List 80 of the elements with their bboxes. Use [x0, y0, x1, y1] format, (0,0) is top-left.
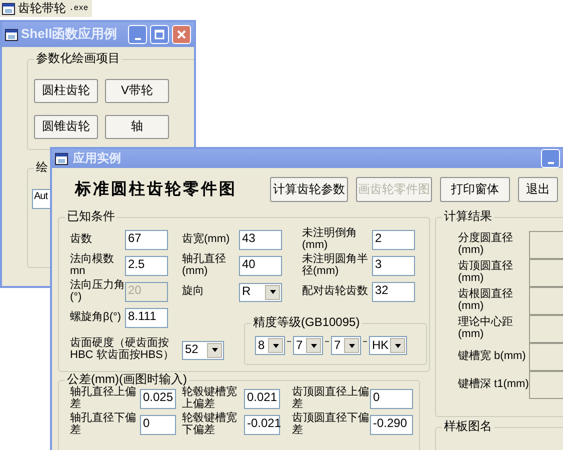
dropdown[interactable]: R [239, 282, 282, 302]
dropdown[interactable]: HK [369, 336, 407, 355]
field-label: 轮毂键槽宽下偏差 [182, 413, 238, 437]
field-label: 螺旋角β(°) [70, 312, 122, 324]
window-title: Shell函数应用例 [21, 27, 118, 42]
action-button[interactable]: 计算齿轮参数 [270, 177, 348, 202]
minimize-icon [134, 38, 140, 40]
maximize-button[interactable] [150, 25, 169, 44]
field-label: 旋向 [182, 286, 205, 298]
field-label: 齿顶圆直径(mm) [458, 261, 514, 285]
dropdown-arrow-icon [212, 348, 218, 352]
gear-option-button[interactable]: V带轮 [105, 79, 169, 103]
group-title: 已知条件 [65, 210, 117, 224]
window-title: 应用实例 [73, 152, 122, 166]
text-field[interactable]: 3 [372, 256, 415, 276]
field-label: 齿面硬度（硬齿面按HBC 软齿面按HBS） [70, 338, 175, 362]
close-button[interactable] [172, 25, 191, 44]
gear-option-button[interactable]: 圆柱齿轮 [34, 79, 98, 103]
field-label: 键槽宽 b(mm) [458, 351, 527, 363]
field-label: 齿根圆直径(mm) [458, 289, 514, 313]
field-label: 齿数 [70, 234, 93, 246]
group-title: 参数化绘画项目 [34, 52, 122, 66]
field-label: 轴孔直径上偏差 [70, 387, 137, 411]
window-icon [55, 152, 68, 164]
text-field[interactable]: -0.290 [370, 415, 413, 435]
field-label: 法向模数 mn [70, 254, 115, 278]
text-field[interactable]: 2 [372, 230, 415, 250]
program-name: 齿轮带轮 [18, 2, 66, 16]
dropdown-arrow-icon [272, 344, 278, 348]
text-field[interactable]: 43 [239, 230, 282, 250]
group-title: 样板图名 [442, 420, 494, 434]
text-field[interactable]: 0.025 [140, 389, 176, 409]
field-label: 分度圆直径(mm) [458, 233, 514, 257]
action-button[interactable]: 退出 [518, 177, 558, 202]
text-field[interactable]: 40 [239, 256, 282, 276]
form-heading: 标准圆柱齿轮零件图 [75, 180, 238, 198]
group-title: 绘 [34, 161, 50, 174]
dropdown-arrow-icon [348, 344, 354, 348]
field-label: 齿宽(mm) [182, 234, 231, 246]
dropdown[interactable]: 8 [255, 336, 285, 355]
dropdown[interactable]: 7 [293, 336, 323, 355]
text-field[interactable]: 67 [125, 230, 168, 250]
field-label: 键槽深 t1(mm) [458, 379, 529, 391]
dropdown-arrow-icon [394, 344, 400, 348]
window-icon [2, 3, 15, 15]
text-field[interactable]: Aut [32, 189, 52, 209]
group-title: 公差(mm)(画图时输入) [65, 373, 189, 386]
field-label: 轴孔直径下偏差 [70, 413, 137, 437]
maximize-icon [154, 29, 165, 40]
action-button[interactable]: 打印窗体 [440, 177, 510, 202]
file-extension: .exe [69, 4, 88, 14]
minimize-button[interactable] [128, 25, 147, 44]
window-icon [5, 28, 18, 40]
field-label: 未注明圆角半径(mm) [302, 254, 369, 278]
gear-option-button[interactable]: 轴 [105, 115, 169, 139]
group-title: 计算结果 [442, 210, 494, 224]
group-title: 精度等级(GB10095) [251, 316, 362, 330]
dropdown[interactable]: 7 [331, 336, 361, 355]
dropdown[interactable]: 52 [182, 340, 224, 360]
dropdown-arrow-icon [310, 344, 316, 348]
field-label: 齿顶圆直径上偏差 [292, 387, 370, 411]
minimize-button[interactable] [541, 149, 560, 168]
minimize-icon [548, 162, 554, 164]
field-label: 未注明倒角(mm) [302, 228, 358, 252]
text-field[interactable]: 8.111 [125, 308, 168, 328]
text-field[interactable]: 0 [370, 389, 413, 409]
field-label: 理论中心距(mm) [458, 317, 514, 341]
text-field[interactable]: -0.021 [244, 415, 280, 435]
field-label: 轮毂键槽宽上偏差 [182, 387, 238, 411]
text-field[interactable]: 0 [140, 415, 176, 435]
text-field[interactable]: 32 [372, 282, 415, 302]
text-field[interactable]: 2.5 [125, 256, 168, 276]
text-field[interactable]: 0.021 [244, 389, 280, 409]
field-label: 配对齿轮齿数 [302, 286, 369, 298]
field-label: 法向压力角(°) [70, 280, 125, 304]
field-label: 轴孔直径(mm) [182, 254, 227, 278]
field-label: 齿顶圆直径下偏差 [292, 413, 370, 437]
gear-option-button[interactable]: 圆锥齿轮 [34, 115, 98, 139]
close-icon [176, 29, 187, 40]
dropdown-arrow-icon [270, 290, 276, 294]
